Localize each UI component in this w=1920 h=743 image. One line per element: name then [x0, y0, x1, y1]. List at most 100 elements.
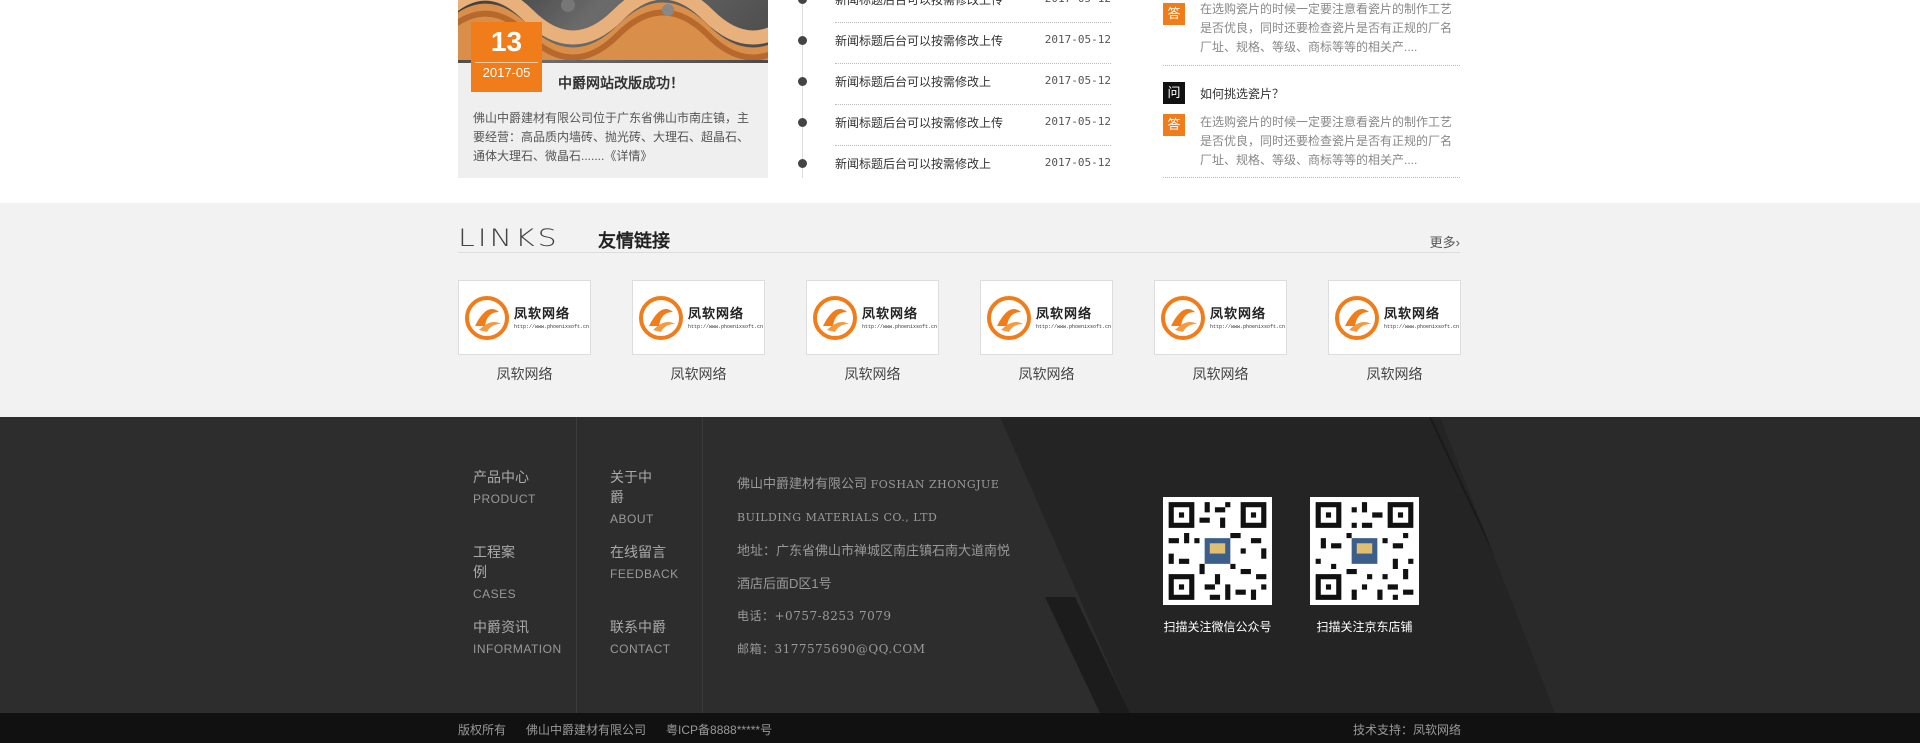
- nav-label-cn: 在线留言: [610, 544, 666, 560]
- footer-nav-cases[interactable]: 工程案例 CASES: [473, 542, 516, 601]
- date-day: 13: [490, 26, 523, 57]
- contact-info: 佛山中爵建材有限公司 FOSHAN ZHONGJUE BUILDING MATE…: [737, 467, 1057, 666]
- links-header: LINKS 友情链接 更多›: [458, 225, 1460, 253]
- date-badge: 13 2017-05: [471, 22, 542, 92]
- footer-nav-contact[interactable]: 联系中爵 CONTACT: [610, 617, 671, 656]
- partner-logo[interactable]: 凤软网络 http://www.phoenixsoft.cn: [806, 280, 939, 355]
- link-label[interactable]: 凤软网络: [1154, 364, 1287, 384]
- bullet-icon: [798, 118, 807, 127]
- link-tile[interactable]: 凤软网络 http://www.phoenixsoft.cn 凤软网络: [1328, 280, 1461, 384]
- tech-support[interactable]: 技术支持：凤软网络: [1353, 721, 1461, 738]
- nav-label-en: FEEDBACK: [610, 567, 679, 581]
- link-label[interactable]: 凤软网络: [806, 364, 939, 384]
- divider: [1163, 65, 1460, 66]
- news-item-title[interactable]: 新闻标题后台可以按需修改上: [835, 73, 991, 90]
- logo-wordmark: 凤软网络: [514, 306, 571, 321]
- phoenix-logo-icon: [1335, 296, 1379, 340]
- company-name-en: FOSHAN ZHONGJUE: [870, 478, 1000, 491]
- news-item-title[interactable]: 新闻标题后台可以按需修改上传: [835, 0, 1003, 8]
- divider: [1163, 177, 1460, 178]
- nav-label-cn: 联系中爵: [610, 619, 666, 635]
- link-tile[interactable]: 凤软网络 http://www.phoenixsoft.cn 凤软网络: [806, 280, 939, 384]
- qr-jd-store: 扫描关注京东店铺: [1310, 497, 1419, 635]
- phoenix-logo-icon: [465, 296, 509, 340]
- partner-logo[interactable]: 凤软网络 http://www.phoenixsoft.cn: [980, 280, 1113, 355]
- phone: 电话：+0757-8253 7079: [737, 609, 892, 623]
- list-item[interactable]: 新闻标题后台可以按需修改上传 2017-05-12: [798, 23, 1111, 64]
- footer-nav-about[interactable]: 关于中爵 ABOUT: [610, 467, 654, 526]
- nav-label-cn: 产品中心: [473, 469, 529, 485]
- bullet-icon: [798, 77, 807, 86]
- partner-logo[interactable]: 凤软网络 http://www.phoenixsoft.cn: [458, 280, 591, 355]
- news-item-date: 2017-05-12: [1044, 74, 1111, 87]
- phoenix-logo-icon: [987, 296, 1031, 340]
- link-label[interactable]: 凤软网络: [458, 364, 591, 384]
- qr-code-icon: [1310, 497, 1419, 605]
- bullet-icon: [798, 0, 807, 4]
- qr-caption: 扫描关注京东店铺: [1316, 620, 1413, 634]
- partner-logo[interactable]: 凤软网络 http://www.phoenixsoft.cn: [1328, 280, 1461, 355]
- news-item-date: 2017-05-12: [1044, 156, 1111, 169]
- featured-news-summary: 佛山中爵建材有限公司位于广东省佛山市南庄镇，主要经营：高品质内墙砖、抛光砖、大理…: [473, 111, 750, 163]
- address-line: 地址：广东省佛山市禅城区南庄镇石南大道南悦: [737, 543, 1011, 558]
- link-tile[interactable]: 凤软网络 http://www.phoenixsoft.cn 凤软网络: [458, 280, 591, 384]
- address-line-2: 酒店后面D区1号: [737, 576, 832, 591]
- phoenix-logo-icon: [1161, 296, 1205, 340]
- more-link[interactable]: 更多›: [1430, 232, 1460, 251]
- news-item-title[interactable]: 新闻标题后台可以按需修改上: [835, 155, 991, 172]
- featured-news-card[interactable]: 13 2017-05 中爵网站改版成功！ 佛山中爵建材有限公司位于广东省佛山市南…: [458, 0, 768, 178]
- company-name-cn: 佛山中爵建材有限公司: [737, 476, 868, 491]
- link-tile[interactable]: 凤软网络 http://www.phoenixsoft.cn 凤软网络: [980, 280, 1113, 384]
- friend-links-section: LINKS 友情链接 更多› 凤软网络 http://www.phoenixso…: [0, 203, 1920, 417]
- partner-logo[interactable]: 凤软网络 http://www.phoenixsoft.cn: [632, 280, 765, 355]
- bullet-icon: [798, 159, 807, 168]
- list-item[interactable]: 新闻标题后台可以按需修改上传 2017-05-12: [798, 105, 1111, 146]
- nav-label-en: CASES: [473, 587, 517, 601]
- link-label[interactable]: 凤软网络: [632, 364, 765, 384]
- company-name-line: 佛山中爵建材有限公司 FOSHAN ZHONGJUE: [737, 467, 1057, 501]
- faq-question[interactable]: 如何挑选瓷片？: [1200, 85, 1284, 102]
- qr-wechat: 扫描关注微信公众号: [1163, 497, 1272, 635]
- news-item-date: 2017-05-12: [1045, 0, 1111, 5]
- link-label[interactable]: 凤软网络: [1328, 364, 1461, 384]
- partner-logo[interactable]: 凤软网络 http://www.phoenixsoft.cn: [1154, 280, 1287, 355]
- featured-news-title[interactable]: 中爵网站改版成功！: [558, 73, 684, 93]
- links-heading-cn: 友情链接: [598, 231, 670, 251]
- phoenix-logo-icon: [813, 296, 857, 340]
- footer-nav-product[interactable]: 产品中心 PRODUCT: [473, 467, 536, 506]
- news-item-title[interactable]: 新闻标题后台可以按需修改上传: [835, 32, 1003, 49]
- qr-code-icon: [1163, 497, 1272, 605]
- icp-number[interactable]: 粤ICP备8888*****号: [666, 723, 772, 737]
- logo-wordmark: 凤软网络: [1210, 306, 1267, 321]
- email[interactable]: 邮箱：3177575690@QQ.COM: [737, 633, 1057, 666]
- answer-badge-icon: 答: [1163, 3, 1185, 25]
- link-label[interactable]: 凤软网络: [980, 364, 1113, 384]
- list-item[interactable]: 新闻标题后台可以按需修改上 2017-05-12: [798, 64, 1111, 105]
- site-footer: 产品中心 PRODUCT 工程案例 CASES 中爵资讯 INFORMATION…: [0, 417, 1920, 713]
- link-tile[interactable]: 凤软网络 http://www.phoenixsoft.cn 凤软网络: [1154, 280, 1287, 384]
- news-faq-section: 13 2017-05 中爵网站改版成功！ 佛山中爵建材有限公司位于广东省佛山市南…: [0, 0, 1920, 203]
- footer-nav-feedback[interactable]: 在线留言 FEEDBACK: [610, 542, 679, 581]
- footer-divider: [702, 417, 703, 713]
- news-item-date: 2017-05-12: [1044, 115, 1111, 128]
- nav-label-cn: 工程案例: [473, 544, 515, 580]
- copyright-label: 版权所有: [458, 723, 507, 737]
- phoenix-logo-icon: [639, 296, 683, 340]
- list-item[interactable]: 新闻标题后台可以按需修改上 2017-05-12: [798, 146, 1111, 187]
- question-badge-icon: 问: [1163, 82, 1185, 104]
- nav-label-cn: 中爵资讯: [473, 619, 529, 635]
- footer-nav-information[interactable]: 中爵资讯 INFORMATION: [473, 617, 562, 656]
- links-heading-en: LINKS: [458, 224, 560, 253]
- logo-url: http://www.phoenixsoft.cn: [688, 324, 764, 330]
- date-year-month: 2017-05: [475, 62, 538, 83]
- news-item-title[interactable]: 新闻标题后台可以按需修改上传: [835, 114, 1003, 131]
- copyright-text: 版权所有 佛山中爵建材有限公司 粤ICP备8888*****号: [458, 721, 792, 738]
- faq-answer: 在选购瓷片的时候一定要注意看瓷片的制作工艺是否优良，同时还要检查瓷片是否有正规的…: [1200, 115, 1453, 167]
- logo-url: http://www.phoenixsoft.cn: [862, 324, 938, 330]
- logo-url: http://www.phoenixsoft.cn: [1384, 324, 1460, 330]
- nav-label-en: PRODUCT: [473, 492, 536, 506]
- list-item[interactable]: 新闻标题后台可以按需修改上传 2017-05-12: [798, 0, 1111, 23]
- company-name-en-2: BUILDING MATERIALS CO., LTD: [737, 511, 938, 524]
- footer-divider: [576, 417, 577, 713]
- link-tile[interactable]: 凤软网络 http://www.phoenixsoft.cn 凤软网络: [632, 280, 765, 384]
